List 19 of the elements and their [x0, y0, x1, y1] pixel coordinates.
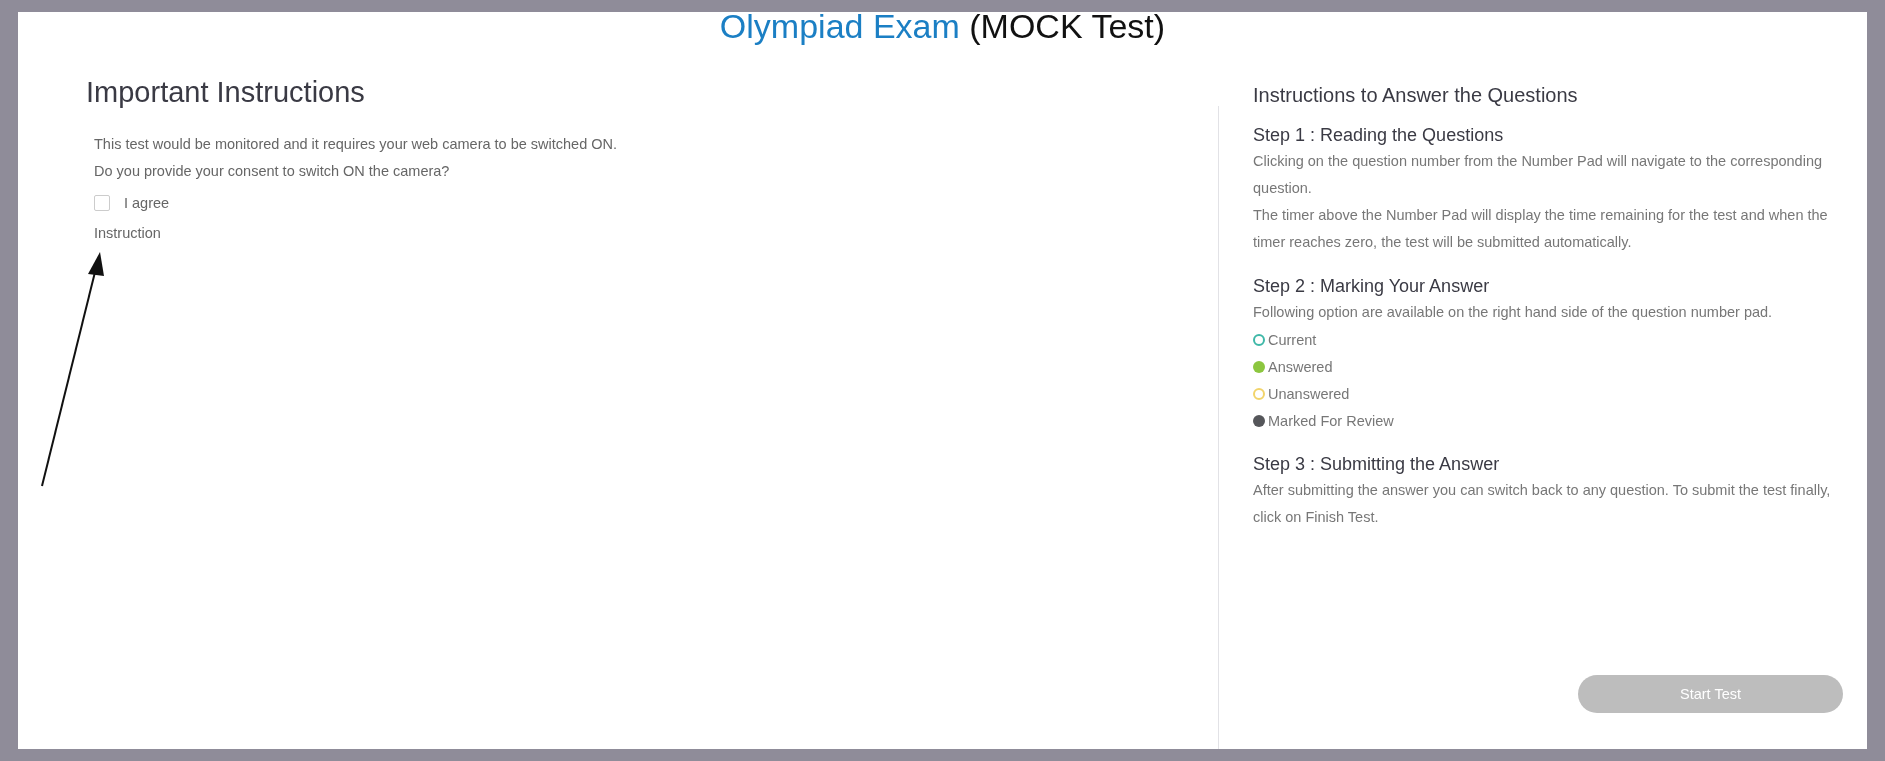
- legend-label: Current: [1268, 331, 1317, 348]
- step-heading: Step 2 : Marking Your Answer: [1253, 276, 1491, 297]
- legend-label: Answered: [1268, 358, 1333, 375]
- page-title: Olympiad Exam (MOCK Test): [718, 6, 1167, 46]
- consent-text: This test would be monitored and it requires your web camera to be switched ON.: [94, 135, 619, 154]
- step-text: Following option are available on the right hand side of the question number pad.: [1253, 303, 1774, 322]
- legend-label: Marked For Review: [1268, 412, 1394, 429]
- step-heading: Step 3 : Submitting the Answer: [1253, 454, 1501, 475]
- step-text: After submitting the answer you can switch back to any question. To submit the test finally, click on Finish Test.: [1253, 481, 1832, 527]
- legend-label: Unanswered: [1268, 385, 1350, 402]
- section-heading: Instructions to Answer the Questions: [1253, 84, 1579, 107]
- agree-checkbox[interactable]: [94, 195, 110, 211]
- section-heading: Important Instructions: [86, 76, 366, 109]
- step-text: Clicking on the question number from the Number Pad will navigate to the corresponding question.: [1253, 152, 1824, 198]
- checkbox-label: I agree: [124, 195, 170, 211]
- instruction-label: Instruction: [94, 225, 162, 241]
- consent-text: Do you provide your consent to switch ON the camera?: [94, 162, 451, 181]
- step-heading: Step 1 : Reading the Questions: [1253, 125, 1505, 146]
- step-text: The timer above the Number Pad will display the time remaining for the test and when the timer reaches zero, the test will be submitted automatically.: [1253, 206, 1829, 252]
